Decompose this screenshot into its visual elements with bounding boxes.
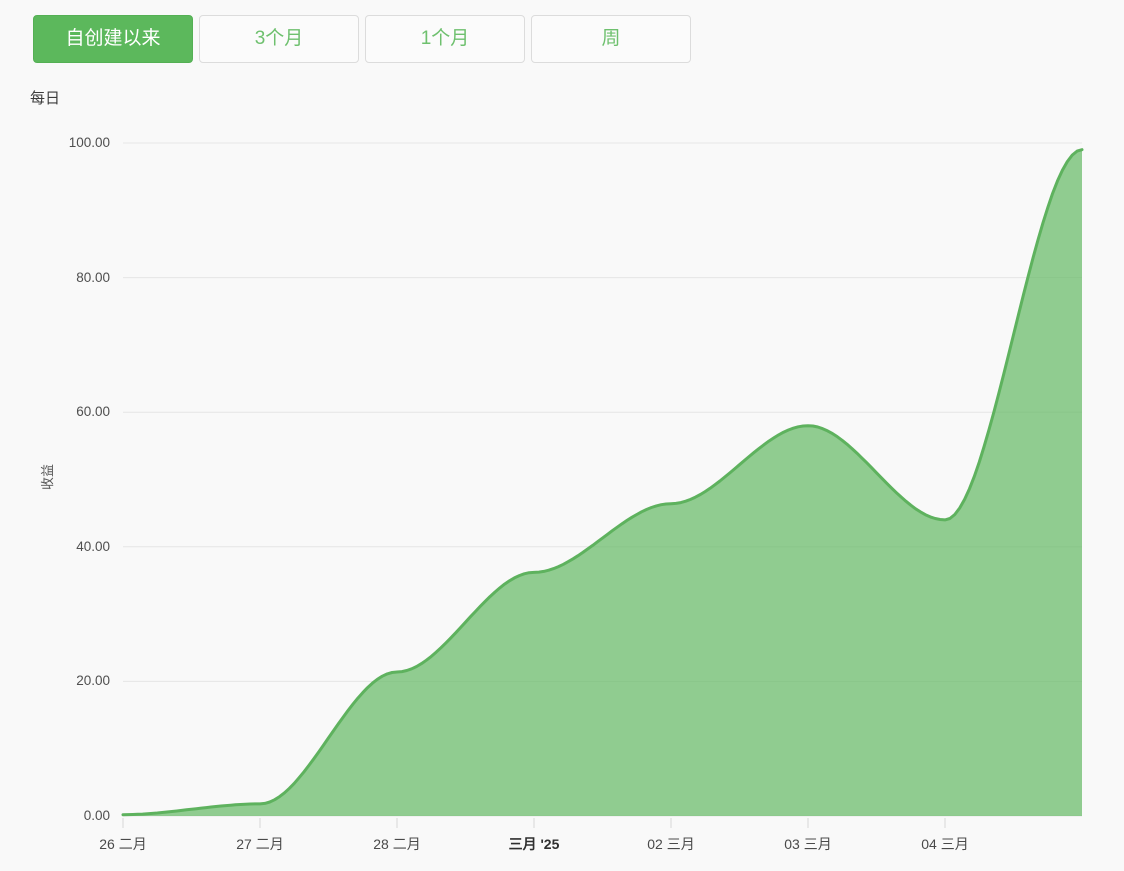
chart-canvas	[121, 142, 1084, 828]
y-axis-label: 80.00	[76, 270, 110, 285]
y-axis-title: 收益	[40, 464, 55, 491]
y-axis-label: 40.00	[76, 539, 110, 554]
x-axis-label: 27 二月	[236, 836, 284, 852]
x-axis-label: 26 二月	[99, 836, 147, 852]
y-axis-label: 100.00	[68, 135, 110, 150]
area-chart: 0.00 20.00 40.00 60.00 80.00 100.00 26 二月 27 二…	[0, 0, 1124, 871]
x-axis-label: 三月 '25	[508, 836, 560, 852]
y-axis-label: 20.00	[76, 673, 110, 688]
y-axis-label: 60.00	[76, 404, 110, 419]
y-axis-label: 0.00	[83, 808, 110, 823]
area-fill	[123, 149, 1082, 816]
x-axis-label: 04 三月	[921, 836, 969, 852]
x-axis-label: 28 二月	[373, 836, 421, 852]
x-axis-label: 03 三月	[784, 836, 832, 852]
revenue-chart-page: 自创建以来 3个月 1个月 周 每日 0.00 20.00 40.00 60.00 80…	[0, 0, 1124, 871]
x-axis-label: 02 三月	[647, 836, 695, 852]
